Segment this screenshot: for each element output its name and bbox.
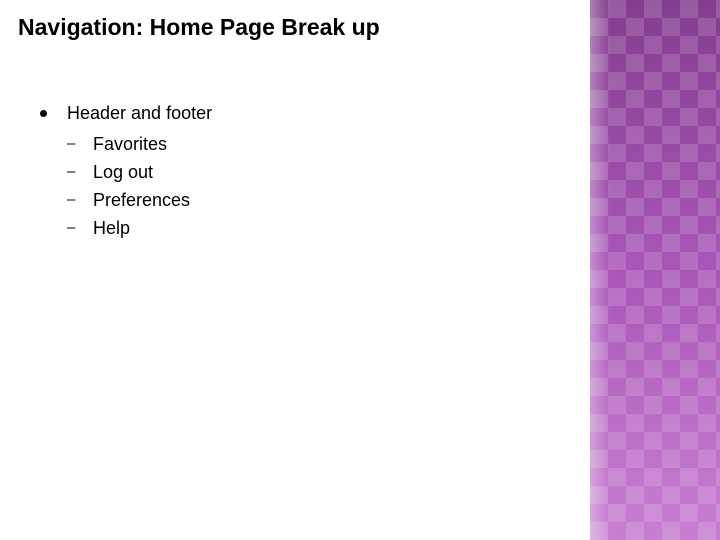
dash-icon: – — [67, 160, 75, 183]
list-item-text: Log out — [93, 159, 153, 187]
dash-icon: – — [67, 188, 75, 211]
list-item: – Log out — [67, 159, 212, 187]
dash-icon: – — [67, 216, 75, 239]
list-item: Header and footer — [40, 100, 212, 128]
list-item-text: Help — [93, 215, 130, 243]
list-item: – Preferences — [67, 187, 212, 215]
list-item: – Favorites — [67, 131, 212, 159]
bullet-icon — [40, 110, 47, 117]
list-item: – Help — [67, 215, 212, 243]
list-item-text: Header and footer — [67, 100, 212, 128]
fade-overlay — [550, 0, 610, 540]
list-item-text: Preferences — [93, 187, 190, 215]
slide-title: Navigation: Home Page Break up — [18, 14, 380, 41]
list-item-text: Favorites — [93, 131, 167, 159]
sub-list: – Favorites – Log out – Preferences – He… — [67, 131, 212, 243]
slide: Navigation: Home Page Break up Header an… — [0, 0, 720, 540]
decorative-side-band — [590, 0, 720, 540]
dash-icon: – — [67, 132, 75, 155]
content-body: Header and footer – Favorites – Log out … — [40, 100, 212, 242]
